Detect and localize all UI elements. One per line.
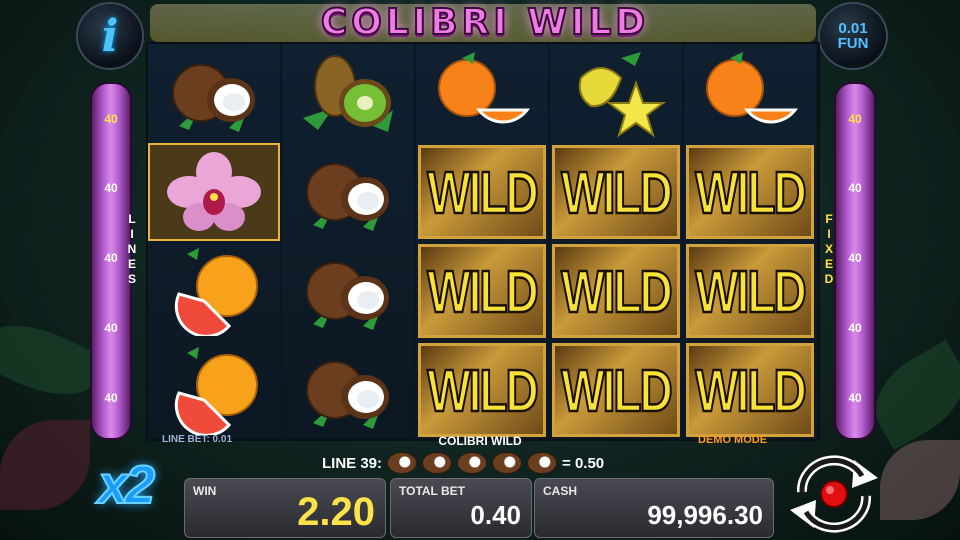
wild-symbol: WILD xyxy=(416,341,548,439)
right-lines-panel: 40 40 40 40 40 xyxy=(834,82,876,440)
coconut-icon xyxy=(527,452,558,474)
wild-text: WILD xyxy=(560,157,673,227)
symbol-coconut xyxy=(282,242,414,340)
coconut-icon xyxy=(457,452,488,474)
spin-button[interactable] xyxy=(782,454,886,534)
cash-label: CASH xyxy=(543,484,578,498)
line-bet-label: LINE BET: 0.01 xyxy=(162,434,233,445)
denomination-value: 0.01 xyxy=(838,20,868,37)
symbol-kiwi xyxy=(282,44,414,142)
denomination-badge[interactable]: 0.01 FUN xyxy=(818,2,888,70)
info-icon: i xyxy=(101,10,119,62)
line-indicator[interactable]: 40 xyxy=(92,391,130,405)
line-indicator[interactable]: 40 xyxy=(836,181,874,195)
win-panel: WIN 2.20 xyxy=(184,478,386,538)
symbol-coconut xyxy=(148,44,280,142)
line-indicator[interactable]: 40 xyxy=(836,112,874,126)
win-label: WIN xyxy=(193,484,217,498)
background-flower xyxy=(880,440,960,520)
reel-3: WILD WILD WILD xyxy=(416,44,548,439)
reel-2 xyxy=(282,44,414,439)
wild-symbol: WILD xyxy=(550,242,682,340)
reel-1 xyxy=(148,44,280,439)
line-indicator[interactable]: 40 xyxy=(92,251,130,265)
multiplier-badge: x2 xyxy=(97,454,156,516)
wild-symbol: WILD xyxy=(416,143,548,241)
wild-symbol: WILD xyxy=(550,143,682,241)
info-button[interactable]: i xyxy=(76,2,144,70)
coconut-icon xyxy=(387,452,418,474)
total-bet-value: 0.40 xyxy=(470,500,521,530)
total-bet-label: TOTAL BET xyxy=(399,484,465,498)
line-indicator[interactable]: 40 xyxy=(92,112,130,126)
win-line-label: LINE 39: xyxy=(322,454,383,472)
cash-value: 99,996.30 xyxy=(647,500,763,530)
wild-symbol: WILD xyxy=(550,341,682,439)
win-line-amount: = 0.50 xyxy=(562,454,605,472)
symbol-coconut xyxy=(282,341,414,439)
coconut-icon xyxy=(422,452,453,474)
reel-area: WILD WILD WILD WILD WILD WILD WILD WILD … xyxy=(146,42,820,441)
wild-symbol: WILD xyxy=(416,242,548,340)
wild-text: WILD xyxy=(426,355,539,425)
wild-text: WILD xyxy=(426,157,539,227)
symbol-orange xyxy=(684,44,816,142)
game-name-label: COLIBRI WILD xyxy=(438,434,522,448)
win-value: 2.20 xyxy=(297,490,375,534)
wild-symbol: WILD xyxy=(684,242,816,340)
currency-mode: FUN xyxy=(837,35,869,52)
spin-icon xyxy=(790,455,878,533)
symbol-orange-slice xyxy=(148,341,280,439)
symbol-orange-slice xyxy=(148,242,280,340)
symbol-orchid xyxy=(148,143,280,241)
cash-panel: CASH 99,996.30 xyxy=(534,478,774,538)
wild-symbol: WILD xyxy=(684,143,816,241)
total-bet-panel[interactable]: TOTAL BET 0.40 xyxy=(390,478,532,538)
demo-mode-label: DEMO MODE xyxy=(698,434,768,446)
reel-4: WILD WILD WILD xyxy=(550,44,682,439)
wild-text: WILD xyxy=(560,256,673,326)
wild-text: WILD xyxy=(694,355,807,425)
symbol-starfruit xyxy=(550,44,682,142)
line-indicator[interactable]: 40 xyxy=(836,251,874,265)
wild-text: WILD xyxy=(560,355,673,425)
line-indicator[interactable]: 40 xyxy=(92,321,130,335)
background-flower xyxy=(0,420,90,510)
lines-label: LINES xyxy=(127,212,137,286)
coconut-icon xyxy=(492,452,523,474)
symbol-coconut xyxy=(282,143,414,241)
game-title: COLIBRI WILD xyxy=(320,1,650,44)
wild-symbol: WILD xyxy=(684,341,816,439)
line-indicator[interactable]: 40 xyxy=(836,391,874,405)
wild-text: WILD xyxy=(426,256,539,326)
reel-5: WILD WILD WILD xyxy=(684,44,816,439)
line-indicator[interactable]: 40 xyxy=(92,181,130,195)
win-line-info: LINE 39: = 0.50 xyxy=(300,452,680,474)
line-indicator[interactable]: 40 xyxy=(836,321,874,335)
wild-text: WILD xyxy=(694,256,807,326)
fixed-label: FIXED xyxy=(824,212,834,286)
symbol-orange xyxy=(416,44,548,142)
wild-text: WILD xyxy=(694,157,807,227)
